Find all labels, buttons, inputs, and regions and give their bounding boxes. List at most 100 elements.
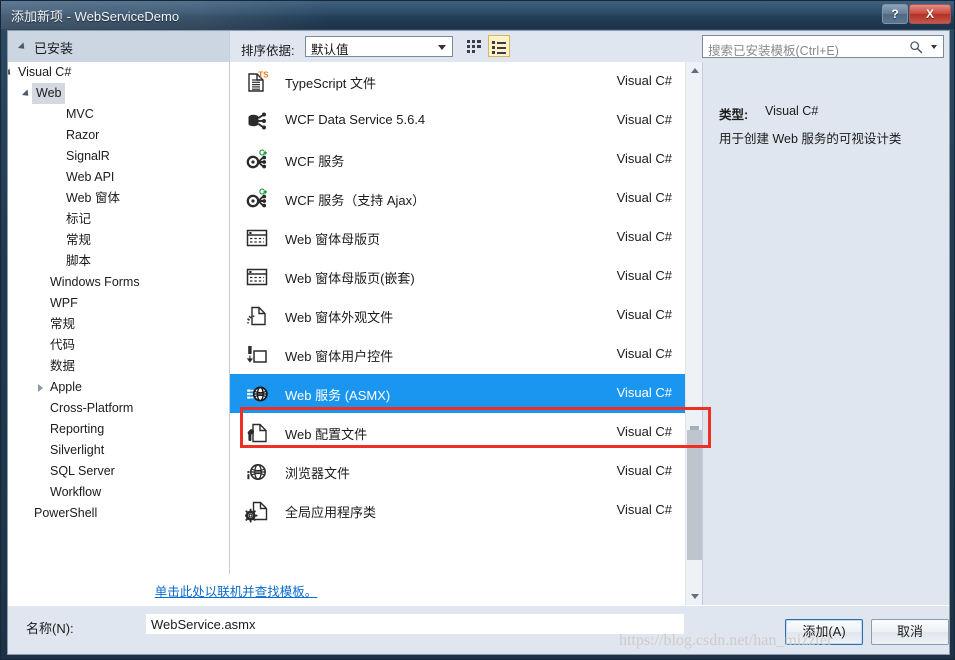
template-list-item[interactable]: C WCF 服务（支持 Ajax） Visual C# [230,179,686,218]
template-list-item[interactable]: Web 窗体母版页(嵌套) Visual C# [230,257,686,296]
tree-item-label: Workflow [50,485,102,499]
tree-item-17[interactable]: Reporting [8,419,229,440]
template-list-item[interactable]: Web 窗体母版页 Visual C# [230,218,686,257]
chevron-down-icon [17,42,28,52]
scrollbar-thumb[interactable] [687,426,702,560]
web-form-master-page-icon [246,229,268,247]
close-button[interactable]: X [909,4,951,24]
tree-item-label: Reporting [50,422,105,436]
tree-item-container: Visual C# Web MVC Razor SignalR Web API Web 窗体… [8,62,229,524]
tree-item-8[interactable]: 常规 [8,230,229,251]
tree-item-10[interactable]: Windows Forms [8,272,229,293]
template-name: WCF Data Service 5.6.4 [285,112,426,127]
tree-item-20[interactable]: Workflow [8,482,229,503]
dialog-window: 添加新项 - WebServiceDemo ? X 已安装 排序依据: 默认值 [0,0,955,660]
installed-templates-tree[interactable]: Visual C# Web MVC Razor SignalR Web API Web 窗体… [8,62,230,605]
detail-description: 用于创建 Web 服务的可视设计类 [719,132,902,146]
chevron-right-icon[interactable] [38,384,43,392]
wcf-service-icon: C [246,149,267,169]
template-name: 全局应用程序类 [285,505,377,520]
triangle-down-icon [690,594,699,599]
help-button[interactable]: ? [882,4,908,24]
tree-item-1[interactable]: Web [8,83,229,104]
tree-item-label: Razor [66,128,100,142]
template-list-scrollbar[interactable] [685,62,702,605]
dialog-toolbar: 已安装 排序依据: 默认值 搜索已安装模板(Ctrl+E) [8,31,949,62]
detail-type-value: Visual C# [765,104,819,118]
tree-item-label: Visual C# [18,65,72,79]
template-list-item-selected[interactable]: Web 服务 (ASMX) Visual C# [230,374,686,413]
wcf-service-ajax-icon: C [246,188,267,208]
search-box[interactable]: 搜索已安装模板(Ctrl+E) [702,35,944,58]
tree-item-21[interactable]: PowerShell [8,503,229,524]
tree-item-15[interactable]: Apple [8,377,229,398]
find-online-templates-link[interactable]: 单击此处以联机并查找模板。 [8,581,464,600]
sort-by-dropdown[interactable]: 默认值 [305,36,453,57]
template-list-item[interactable]: Web 窗体外观文件 Visual C# [230,296,686,335]
template-name: Web 窗体外观文件 [285,310,394,325]
tree-item-16[interactable]: Cross-Platform [8,398,229,419]
cancel-button[interactable]: 取消 [871,619,949,645]
template-list: TS TypeScript 文件 Visual C# WCF Data Service… [230,62,686,530]
tree-item-2[interactable]: MVC [8,104,229,125]
template-language: Visual C# [616,307,672,322]
template-list-item[interactable]: 全局应用程序类 Visual C# [230,491,686,530]
chevron-down-icon[interactable] [8,68,14,78]
tree-item-label: Silverlight [50,443,105,457]
global-application-class-icon [243,501,268,523]
name-input[interactable]: WebService.asmx [145,613,685,635]
tree-item-19[interactable]: SQL Server [8,461,229,482]
installed-label: 已安装 [34,41,74,56]
tree-item-5[interactable]: Web API [8,167,229,188]
template-list-item[interactable]: Web 配置文件 Visual C# [230,413,686,452]
tree-item-6[interactable]: Web 窗体 [8,188,229,209]
web-config-file-icon [245,421,269,445]
scroll-down-arrow[interactable] [686,588,702,605]
wcf-service-icon: C [245,148,269,172]
tree-item-label: PowerShell [34,506,98,520]
tree-item-9[interactable]: 脚本 [8,251,229,272]
dialog-client-area: 已安装 排序依据: 默认值 搜索已安装模板(Ctrl+E) Visual C# … [7,30,950,655]
scroll-up-arrow[interactable] [686,62,702,79]
template-list-item[interactable]: WCF Data Service 5.6.4 Visual C# [230,101,686,140]
tree-item-label: Cross-Platform [50,401,134,415]
web-form-skin-file-icon [247,306,266,326]
template-list-item[interactable]: C WCF 服务 Visual C# [230,140,686,179]
template-name: Web 窗体母版页 [285,232,381,247]
web-form-master-page-icon [245,226,269,250]
name-field-label: 名称(N): [26,621,74,636]
tree-item-label: SignalR [66,149,110,163]
tree-item-13[interactable]: 代码 [8,335,229,356]
tree-item-18[interactable]: Silverlight [8,440,229,461]
tree-item-4[interactable]: SignalR [8,146,229,167]
tree-item-11[interactable]: WPF [8,293,229,314]
chevron-down-icon[interactable] [21,89,32,99]
template-name: Web 窗体母版页(嵌套) [285,271,415,286]
add-button[interactable]: 添加(A) [785,619,863,645]
tiles-view-button[interactable] [463,35,485,57]
web-form-skin-file-icon [245,304,269,328]
tree-item-14[interactable]: 数据 [8,356,229,377]
tree-item-3[interactable]: Razor [8,125,229,146]
list-view-button[interactable] [488,35,510,57]
tree-item-0[interactable]: Visual C# [8,62,229,83]
search-input[interactable]: 搜索已安装模板(Ctrl+E) [708,40,908,59]
template-name: WCF 服务 [285,154,345,169]
template-list-item[interactable]: Web 窗体用户控件 Visual C# [230,335,686,374]
sort-by-label: 排序依据: [241,44,295,58]
window-title: 添加新项 - WebServiceDemo [11,9,180,24]
tree-item-label: 常规 [50,317,76,331]
tree-item-label: Web API [66,170,115,184]
installed-section-header[interactable]: 已安装 [8,31,230,62]
tree-item-label: 数据 [50,359,76,373]
search-icon [910,41,923,54]
template-list-item[interactable]: TS TypeScript 文件 Visual C# [230,62,686,101]
tree-item-7[interactable]: 标记 [8,209,229,230]
chevron-down-icon[interactable] [931,45,937,49]
template-list-panel[interactable]: TS TypeScript 文件 Visual C# WCF Data Service… [230,62,703,605]
template-list-item[interactable]: 浏览器文件 Visual C# [230,452,686,491]
svg-text:TS: TS [258,71,269,80]
template-language: Visual C# [616,112,672,127]
tree-item-12[interactable]: 常规 [8,314,229,335]
tree-item-label: Web [32,83,66,104]
